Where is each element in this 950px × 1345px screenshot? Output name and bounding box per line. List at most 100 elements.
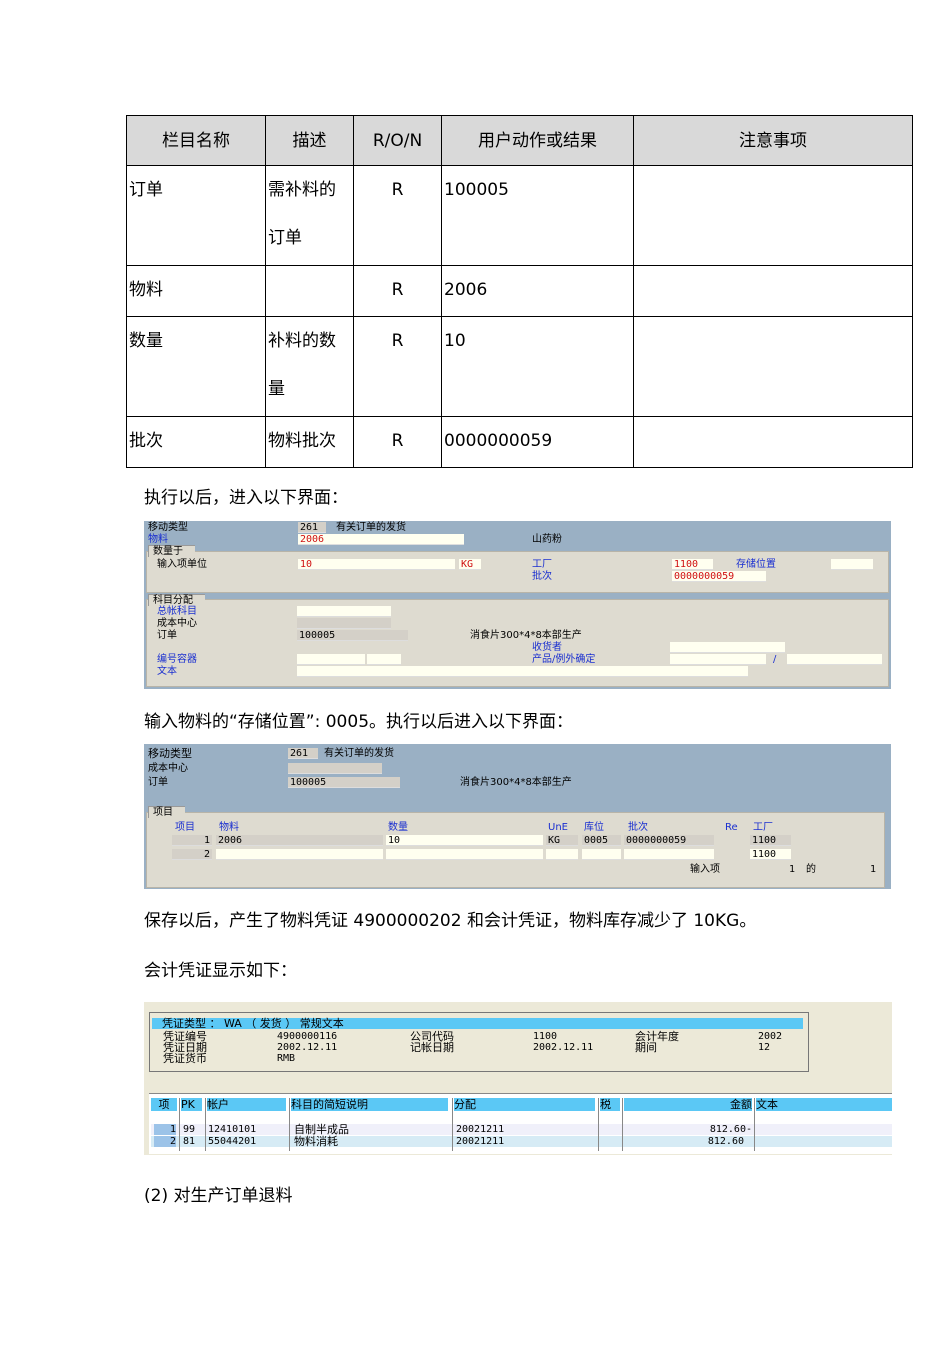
cell-value: 0000000059	[441, 416, 634, 468]
table-row: 物料 R 2006	[126, 265, 913, 317]
unit-cell[interactable]: KG	[546, 835, 578, 846]
label: 输入项单位	[157, 559, 207, 570]
item-cell: 2	[154, 1136, 176, 1147]
description-cell: 自制半成品	[294, 1123, 349, 1136]
order-text: 消食片300*4*8本部生产	[460, 777, 572, 788]
table-row: 订单 需补料的订单 R 100005	[126, 165, 913, 266]
paragraph: 输入物料的“存储位置”: 0005。执行以后进入以下界面：	[144, 712, 574, 732]
period: 12	[758, 1042, 771, 1053]
recipient-field[interactable]	[670, 642, 785, 653]
posting-date: 2002.12.11	[533, 1042, 594, 1053]
header-cell: 描述	[265, 115, 354, 166]
batch-cell[interactable]: 0000000059	[624, 835, 714, 846]
column-header[interactable]: PK	[181, 1098, 202, 1111]
cell-note	[633, 316, 913, 417]
company-code: 1100	[533, 1031, 558, 1042]
product-field[interactable]	[670, 654, 766, 665]
storage-location-cell[interactable]: 0005	[582, 835, 621, 846]
header-cell: R/O/N	[353, 115, 442, 166]
cell-field: 批次	[126, 416, 266, 468]
paragraph: 执行以后，进入以下界面：	[144, 488, 348, 508]
column-header: 物料	[219, 822, 239, 833]
cell-ron: R	[353, 165, 442, 266]
column-header[interactable]: 帐户	[207, 1098, 286, 1111]
label: 输入项	[690, 864, 720, 875]
quantity-field[interactable]: 10	[298, 559, 455, 570]
label: 订单	[148, 777, 168, 788]
storage-location-field[interactable]	[831, 559, 873, 570]
storage-location-cell[interactable]	[582, 849, 621, 860]
product-field-2[interactable]	[787, 654, 882, 665]
column-header: 批次	[628, 822, 648, 833]
unit-cell[interactable]	[546, 849, 578, 860]
quantity-cell[interactable]	[386, 849, 543, 860]
fiscal-year: 2002	[758, 1031, 783, 1042]
quantity-tab: 数量于	[148, 545, 195, 557]
column-header[interactable]: 税	[600, 1098, 620, 1111]
amount-cell: 812.60-	[709, 1124, 752, 1135]
movement-type-field[interactable]: 261	[298, 522, 326, 533]
plant-cell[interactable]: 1100	[750, 849, 791, 860]
field-spec-table: 栏目名称 描述 R/O/N 用户动作或结果 注意事项 订单 需补料的订单 R 1…	[126, 115, 913, 468]
cell-note	[633, 165, 913, 266]
label: 产品/例外确定	[532, 654, 596, 665]
material-cell[interactable]	[216, 849, 383, 860]
text-field[interactable]	[297, 666, 748, 677]
cell-value: 2006	[441, 265, 634, 317]
cell-desc	[265, 265, 354, 317]
label: 移动类型	[148, 747, 192, 760]
item-cell: 1	[172, 835, 212, 846]
cell-note	[633, 416, 913, 468]
document-page: 栏目名称 描述 R/O/N 用户动作或结果 注意事项 订单 需补料的订单 R 1…	[0, 0, 950, 1345]
column-header[interactable]: 文本	[756, 1098, 892, 1111]
order-field[interactable]: 100005	[297, 630, 408, 641]
cost-center-field[interactable]	[288, 763, 382, 774]
account-cell: 12410101	[208, 1124, 257, 1135]
gl-account-field[interactable]	[297, 606, 391, 617]
movement-type-text: 有关订单的发货	[324, 748, 394, 759]
label: 文本	[157, 666, 177, 677]
quantity-cell[interactable]: 10	[386, 835, 543, 846]
column-header[interactable]: 分配	[454, 1098, 595, 1111]
items-tab: 项目	[148, 806, 185, 818]
cost-center-field[interactable]	[297, 618, 391, 629]
cell-value: 10	[441, 316, 634, 417]
label: 物料	[148, 534, 168, 545]
batch-cell[interactable]	[624, 849, 714, 860]
column-header: UnE	[548, 822, 568, 833]
container-field-2[interactable]	[367, 654, 401, 665]
label: 凭证货币	[163, 1052, 207, 1065]
container-field[interactable]	[297, 654, 365, 665]
plant-field[interactable]: 1100	[672, 559, 713, 570]
header-cell: 栏目名称	[126, 115, 266, 166]
material-cell[interactable]: 2006	[216, 835, 383, 846]
column-header[interactable]: 金额	[624, 1098, 752, 1111]
account-assignment-tab: 科目分配	[148, 594, 205, 606]
paragraph: 会计凭证显示如下：	[144, 961, 297, 981]
cell-desc: 物料批次	[265, 416, 354, 468]
plant-cell[interactable]: 1100	[750, 835, 791, 846]
column-header[interactable]: 科目的简短说明	[291, 1098, 448, 1111]
movement-type-field[interactable]: 261	[288, 748, 318, 759]
order-field[interactable]: 100005	[288, 777, 400, 788]
table-row: 数量 补料的数量 R 10	[126, 316, 913, 417]
section-heading: (2) 对生产订单退料	[144, 1186, 293, 1206]
order-text: 消食片300*4*8本部生产	[470, 630, 582, 641]
label: 移动类型	[148, 522, 188, 533]
document-number: 4900000116	[277, 1031, 338, 1042]
batch-field[interactable]: 0000000059	[672, 571, 766, 582]
description-cell: 物料消耗	[294, 1135, 338, 1148]
label: 成本中心	[148, 763, 188, 774]
label: 批次	[532, 571, 552, 582]
cell-desc: 需补料的订单	[265, 165, 354, 266]
document-type-bar: 凭证类型 ： WA （ 发货 ） 常规文本	[152, 1018, 803, 1029]
material-field[interactable]: 2006	[298, 534, 464, 545]
label: 的	[806, 864, 816, 875]
column-header[interactable]: 项	[151, 1098, 177, 1111]
label: 编号容器	[157, 654, 197, 665]
label: 订单	[157, 630, 177, 641]
label: 期间	[635, 1041, 657, 1054]
item-cell: 2	[172, 849, 212, 860]
unit-field[interactable]: KG	[459, 559, 481, 570]
assignment-cell: 20021211	[456, 1124, 505, 1135]
